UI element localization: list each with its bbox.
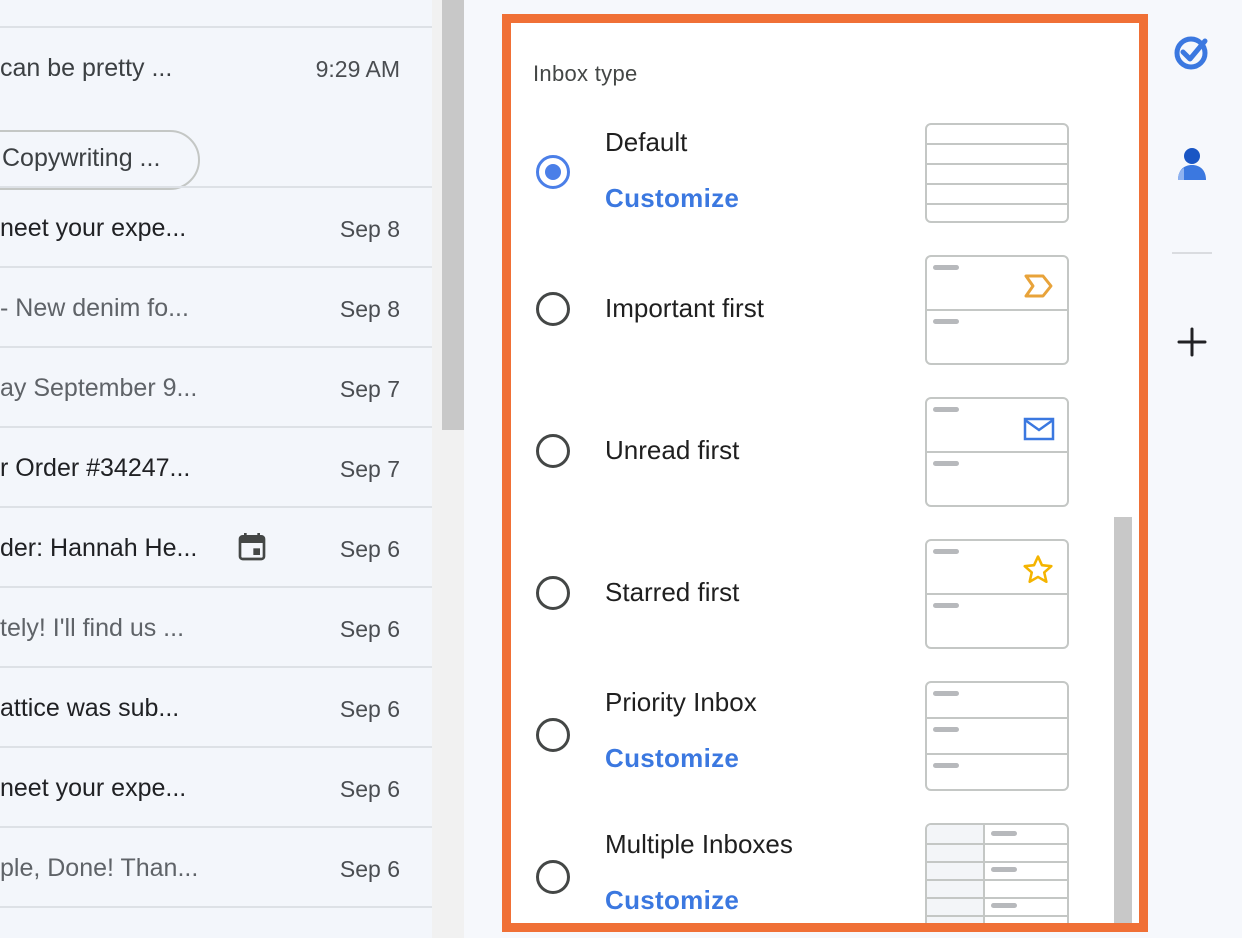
mail-date: Sep 7 bbox=[339, 376, 400, 402]
inbox-option-multiple-inboxes[interactable]: Multiple Inboxes Customize bbox=[511, 823, 1131, 923]
mail-row[interactable]: tely! I'll find us ... Sep 6 bbox=[0, 586, 432, 668]
mail-snippet: neet your expe... bbox=[0, 214, 187, 242]
mail-row[interactable]: attice was sub... Sep 6 bbox=[0, 666, 432, 748]
mail-row[interactable] bbox=[0, 906, 432, 938]
inbox-type-panel: Inbox type Default Customize Important f… bbox=[502, 14, 1148, 932]
option-label: Priority Inbox bbox=[605, 687, 757, 717]
inbox-thumbnail bbox=[925, 539, 1069, 649]
mail-snippet: ple, Done! Than... bbox=[0, 854, 199, 882]
radio-priority-inbox[interactable] bbox=[536, 718, 570, 752]
mail-row[interactable]: ple, Done! Than... Sep 6 bbox=[0, 826, 432, 908]
mail-row[interactable]: neet your expe... Sep 6 bbox=[0, 746, 432, 828]
label-chip[interactable]: Copywriting ... bbox=[0, 130, 200, 190]
mail-date: Sep 7 bbox=[339, 456, 400, 482]
mail-date: Sep 6 bbox=[339, 696, 400, 722]
inbox-thumbnail bbox=[925, 397, 1069, 507]
mail-time: 9:29 AM bbox=[315, 56, 400, 82]
mail-row[interactable]: - New denim fo... Sep 8 bbox=[0, 266, 432, 348]
inbox-option-starred-first[interactable]: Starred first bbox=[511, 539, 1131, 649]
mail-row[interactable]: neet your expe... Sep 8 bbox=[0, 186, 432, 268]
mail-row[interactable]: r Order #34247... Sep 7 bbox=[0, 426, 432, 508]
radio-unread-first[interactable] bbox=[536, 434, 570, 468]
inbox-thumbnail bbox=[925, 823, 1069, 923]
contacts-icon[interactable] bbox=[1174, 144, 1210, 184]
app-root: can be pretty ... 9:29 AM Copywriting ..… bbox=[0, 0, 1242, 938]
inbox-option-important-first[interactable]: Important first bbox=[511, 255, 1131, 365]
radio-important-first[interactable] bbox=[536, 292, 570, 326]
option-label: Starred first bbox=[605, 577, 740, 607]
side-panel bbox=[1164, 0, 1242, 938]
option-label: Multiple Inboxes bbox=[605, 829, 793, 859]
star-icon bbox=[1023, 555, 1053, 584]
mail-snippet: tely! I'll find us ... bbox=[0, 614, 185, 642]
option-label: Important first bbox=[605, 293, 764, 323]
mail-date: Sep 8 bbox=[339, 216, 400, 242]
mail-date: Sep 6 bbox=[339, 776, 400, 802]
mail-date: Sep 6 bbox=[339, 856, 400, 882]
settings-scrollbar[interactable] bbox=[1114, 517, 1132, 923]
mail-snippet: - New denim fo... bbox=[0, 294, 189, 322]
add-icon[interactable] bbox=[1176, 326, 1208, 358]
inbox-option-priority-inbox[interactable]: Priority Inbox Customize bbox=[511, 681, 1131, 791]
inbox-option-unread-first[interactable]: Unread first bbox=[511, 397, 1131, 507]
mail-list: can be pretty ... 9:29 AM Copywriting ..… bbox=[0, 0, 432, 938]
radio-starred-first[interactable] bbox=[536, 576, 570, 610]
mail-list-scrollbar[interactable] bbox=[442, 0, 464, 430]
mail-row[interactable]: der: Hannah He... Sep 6 bbox=[0, 506, 432, 588]
mail-date: Sep 6 bbox=[339, 616, 400, 642]
customize-multiple-link[interactable]: Customize bbox=[605, 885, 739, 916]
mail-row[interactable]: can be pretty ... 9:29 AM Copywriting ..… bbox=[0, 26, 432, 190]
inbox-thumbnail bbox=[925, 681, 1069, 791]
inbox-thumbnail bbox=[925, 255, 1069, 365]
option-label: Default bbox=[605, 127, 688, 157]
radio-multiple-inboxes[interactable] bbox=[536, 860, 570, 894]
tasks-icon[interactable] bbox=[1172, 32, 1212, 72]
option-label: Unread first bbox=[605, 435, 740, 465]
mail-snippet: can be pretty ... bbox=[0, 54, 173, 82]
inbox-option-default[interactable]: Default Customize bbox=[511, 123, 1131, 233]
importance-marker-icon bbox=[1024, 274, 1053, 298]
calendar-event-icon bbox=[238, 533, 266, 561]
radio-default[interactable] bbox=[536, 155, 570, 189]
mail-snippet: r Order #34247... bbox=[0, 454, 191, 482]
mail-date: Sep 6 bbox=[339, 536, 400, 562]
mail-snippet: der: Hannah He... bbox=[0, 534, 198, 562]
customize-default-link[interactable]: Customize bbox=[605, 183, 739, 214]
mail-snippet: neet your expe... bbox=[0, 774, 187, 802]
mail-row[interactable]: ay September 9... Sep 7 bbox=[0, 346, 432, 428]
mail-snippet: ay September 9... bbox=[0, 374, 198, 402]
mail-snippet: attice was sub... bbox=[0, 694, 180, 722]
customize-priority-link[interactable]: Customize bbox=[605, 743, 739, 774]
envelope-icon bbox=[1023, 417, 1055, 441]
section-title: Inbox type bbox=[533, 61, 638, 86]
inbox-thumbnail bbox=[925, 123, 1069, 223]
side-divider bbox=[1172, 252, 1212, 254]
mail-date: Sep 8 bbox=[339, 296, 400, 322]
